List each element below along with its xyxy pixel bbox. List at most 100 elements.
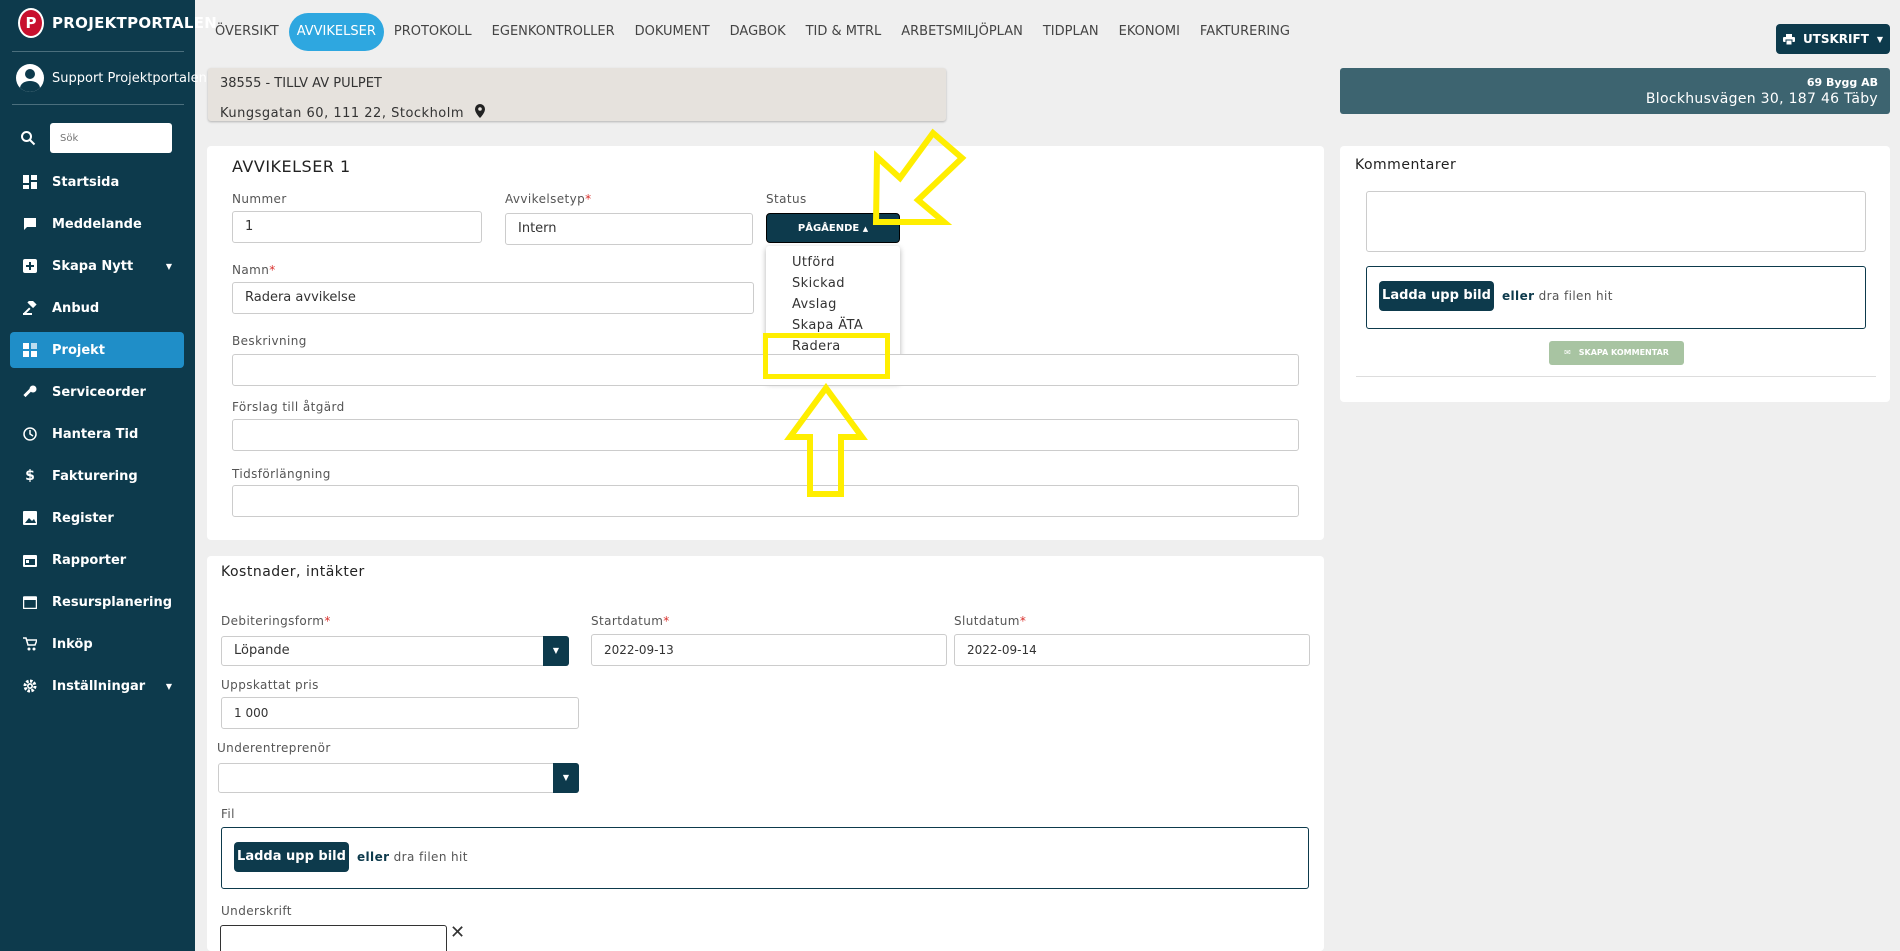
costs-title: Kostnader, intäkter <box>221 564 365 580</box>
wrench-icon <box>22 384 38 400</box>
type-label: Avvikelsetyp* <box>505 192 592 206</box>
name-label: Namn* <box>232 263 276 277</box>
caret-up-icon: ▲ <box>862 225 869 233</box>
calendar-icon <box>22 552 38 568</box>
tab-arbetsmiljoplan[interactable]: ARBETSMILJÖPLAN <box>891 13 1033 51</box>
file-dropzone[interactable]: Ladda upp bild eller dra filen hit <box>221 827 1309 889</box>
upload-button[interactable]: Ladda upp bild <box>234 842 349 872</box>
tab-egenkontroller[interactable]: EGENKONTROLLER <box>482 13 625 51</box>
type-field[interactable]: Intern <box>505 213 753 245</box>
subcontractor-select[interactable]: ▼ <box>218 763 579 793</box>
end-date-field[interactable]: 2022-09-14 <box>954 634 1310 666</box>
signature-label: Underskrift <box>221 904 292 918</box>
price-field[interactable]: 1 000 <box>221 697 579 729</box>
sidebar-item-fakturering[interactable]: $ Fakturering <box>10 458 184 494</box>
action-label: Förslag till åtgärd <box>232 400 345 414</box>
action-field[interactable] <box>232 419 1299 451</box>
tab-tidplan[interactable]: TIDPLAN <box>1033 13 1109 51</box>
billing-value: Löpande <box>234 643 290 658</box>
required-mark: * <box>663 614 670 628</box>
search-input[interactable] <box>50 123 172 153</box>
logo-icon: P <box>18 8 44 38</box>
dashboard-icon <box>22 174 38 190</box>
required-mark: * <box>269 263 276 277</box>
sidebar-item-rapporter[interactable]: Rapporter <box>10 542 184 578</box>
sidebar-item-label: Skapa Nytt <box>52 258 134 274</box>
sidebar-item-register[interactable]: Register <box>10 500 184 536</box>
tab-oversikt[interactable]: ÖVERSIKT <box>205 13 289 51</box>
sidebar-item-anbud[interactable]: Anbud <box>10 290 184 326</box>
sidebar-item-label: Fakturering <box>52 468 138 484</box>
sidebar-item-label: Projekt <box>52 342 106 358</box>
map-pin-icon[interactable] <box>474 104 485 118</box>
sidebar-item-projekt[interactable]: Projekt <box>10 332 184 368</box>
create-comment-button[interactable]: ✉ SKAPA KOMMENTAR <box>1549 341 1684 365</box>
sidebar-item-serviceorder[interactable]: Serviceorder <box>10 374 184 410</box>
divider <box>1356 376 1876 377</box>
app-name: PROJEKTPORTALEN <box>52 14 218 32</box>
tab-dokument[interactable]: DOKUMENT <box>625 13 720 51</box>
sidebar-item-label: Hantera Tid <box>52 426 139 442</box>
comment-upload-button[interactable]: Ladda upp bild <box>1379 281 1494 311</box>
type-label-text: Avvikelsetyp <box>505 192 586 206</box>
search-icon[interactable] <box>20 130 36 146</box>
price-label: Uppskattat pris <box>221 678 319 692</box>
comment-dropzone[interactable]: Ladda upp bild eller dra filen hit <box>1366 266 1866 329</box>
company-info: 69 Bygg AB Blockhusvägen 30, 187 46 Täby <box>1340 68 1890 114</box>
upload-drag-text: dra filen hit <box>393 850 468 864</box>
search-group <box>20 123 172 153</box>
sidebar-item-skapa-nytt[interactable]: Skapa Nytt ▼ <box>10 248 184 284</box>
sidebar-item-label: Startsida <box>52 174 120 190</box>
sidebar-item-resursplanering[interactable]: Resursplanering <box>10 584 184 620</box>
avatar <box>16 64 44 92</box>
upload-drag-text: dra filen hit <box>1538 289 1613 303</box>
tab-protokoll[interactable]: PROTOKOLL <box>384 13 482 51</box>
cart-icon <box>22 636 38 652</box>
status-option-avslag[interactable]: Avslag <box>792 296 837 314</box>
dollar-icon: $ <box>25 468 35 484</box>
sidebar-item-label: Anbud <box>52 300 100 316</box>
billing-label-text: Debiteringsform <box>221 614 325 628</box>
printer-icon <box>1782 33 1795 45</box>
chevron-down-icon[interactable]: ▼ <box>553 763 579 793</box>
tab-tid-mtrl[interactable]: TID & MTRL <box>796 13 892 51</box>
tab-fakturering[interactable]: FAKTURERING <box>1190 13 1300 51</box>
signature-pad[interactable] <box>220 925 447 951</box>
sidebar-item-startsida[interactable]: Startsida <box>10 164 184 200</box>
tab-bar: ÖVERSIKT AVVIKELSER PROTOKOLL EGENKONTRO… <box>205 13 1300 51</box>
tab-dagbok[interactable]: DAGBOK <box>720 13 796 51</box>
status-option-utford[interactable]: Utförd <box>792 254 835 272</box>
billing-select[interactable]: Löpande ▼ <box>221 636 569 666</box>
highlight-box <box>763 333 890 379</box>
status-dropdown-button[interactable]: PÅGÅENDE ▲ <box>766 213 900 243</box>
sidebar-item-hantera-tid[interactable]: Hantera Tid <box>10 416 184 452</box>
name-field[interactable]: Radera avvikelse <box>232 282 754 314</box>
sidebar-item-label: Register <box>52 510 114 526</box>
create-comment-label: SKAPA KOMMENTAR <box>1578 348 1669 357</box>
tab-avvikelser[interactable]: AVVIKELSER <box>288 13 384 51</box>
sidebar-item-inkop[interactable]: Inköp <box>10 626 184 662</box>
status-value: PÅGÅENDE <box>797 223 860 234</box>
sidebar-item-installningar[interactable]: Inställningar ▼ <box>10 668 184 704</box>
user-profile[interactable]: Support Projektportalen <box>16 64 207 92</box>
status-label: Status <box>766 192 807 206</box>
end-label-text: Slutdatum <box>954 614 1020 628</box>
tab-ekonomi[interactable]: EKONOMI <box>1109 13 1190 51</box>
sidebar-item-label: Serviceorder <box>52 384 146 400</box>
start-date-field[interactable]: 2022-09-13 <box>591 634 947 666</box>
plus-square-icon <box>22 258 38 274</box>
print-button[interactable]: UTSKRIFT ▼ <box>1776 24 1890 54</box>
close-icon[interactable]: ✕ <box>450 922 465 943</box>
number-field[interactable]: 1 <box>232 211 482 243</box>
sidebar-item-label: Rapporter <box>52 552 127 568</box>
comment-input[interactable] <box>1366 191 1866 252</box>
sidebar-item-meddelande[interactable]: Meddelande <box>10 206 184 242</box>
upload-or: eller <box>357 850 390 864</box>
caret-down-icon: ▼ <box>165 261 172 271</box>
project-address-text: Kungsgatan 60, 111 22, Stockholm <box>220 106 465 121</box>
app-logo[interactable]: P PROJEKTPORTALEN <box>18 8 217 38</box>
status-option-skickad[interactable]: Skickad <box>792 275 845 293</box>
extension-field[interactable] <box>232 485 1299 517</box>
chevron-down-icon[interactable]: ▼ <box>543 636 569 666</box>
sidebar-nav: Startsida Meddelande Skapa Nytt ▼ Anbud P… <box>10 164 184 710</box>
